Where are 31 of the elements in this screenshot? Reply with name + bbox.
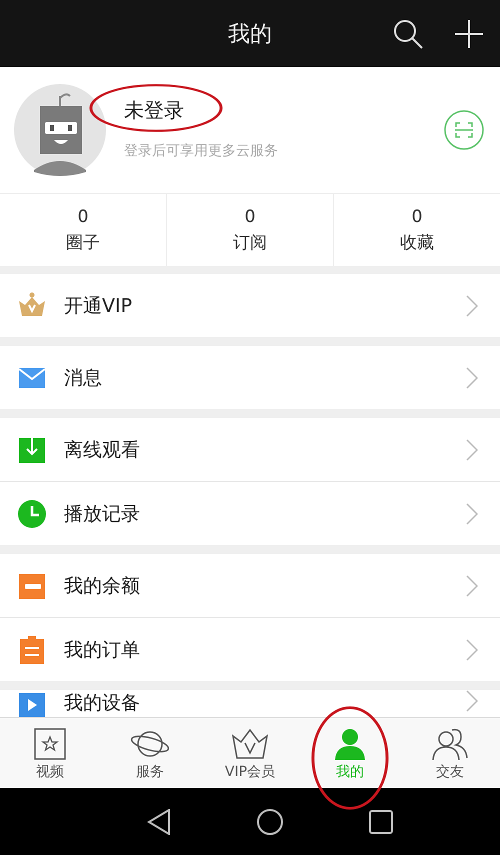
chevron-icon [466, 294, 478, 316]
tab-item[interactable]: VIP会员 [200, 718, 300, 788]
chevron-icon [466, 690, 478, 712]
tab-item[interactable]: 交友 [400, 718, 500, 788]
chevron-icon [466, 502, 478, 524]
chevron-icon [466, 366, 478, 388]
recents-icon[interactable] [369, 810, 393, 834]
page-title: 我的 [228, 20, 272, 48]
menu-row[interactable]: 我的订单 [0, 618, 500, 681]
clipboard-icon [17, 634, 47, 664]
chevron-icon [466, 438, 478, 460]
search-icon[interactable] [392, 18, 424, 50]
tab-item[interactable]: 视频 [0, 718, 100, 788]
chevron-icon [466, 638, 478, 660]
menu-row[interactable]: 播放记录 [0, 482, 500, 545]
avatar-icon[interactable] [14, 84, 106, 176]
menu-row[interactable]: 我的设备 [0, 690, 500, 717]
home-icon[interactable] [257, 808, 283, 834]
menu-row[interactable]: 开通VIP [0, 274, 500, 337]
menu-row[interactable]: 消息 [0, 346, 500, 409]
back-icon[interactable] [147, 808, 171, 834]
menu-row[interactable]: 我的余额 [0, 554, 500, 618]
stat-item[interactable]: 0 订阅 [167, 194, 334, 266]
plus-icon[interactable] [454, 19, 484, 49]
chevron-icon [466, 574, 478, 596]
stat-item[interactable]: 0 圈子 [0, 194, 167, 266]
menu-row[interactable]: 离线观看 [0, 418, 500, 482]
stat-item[interactable]: 0 收藏 [334, 194, 500, 266]
login-hint: 登录后可享用更多云服务 [124, 142, 279, 160]
tab-item[interactable]: 服务 [100, 718, 200, 788]
clock-icon [17, 498, 47, 528]
